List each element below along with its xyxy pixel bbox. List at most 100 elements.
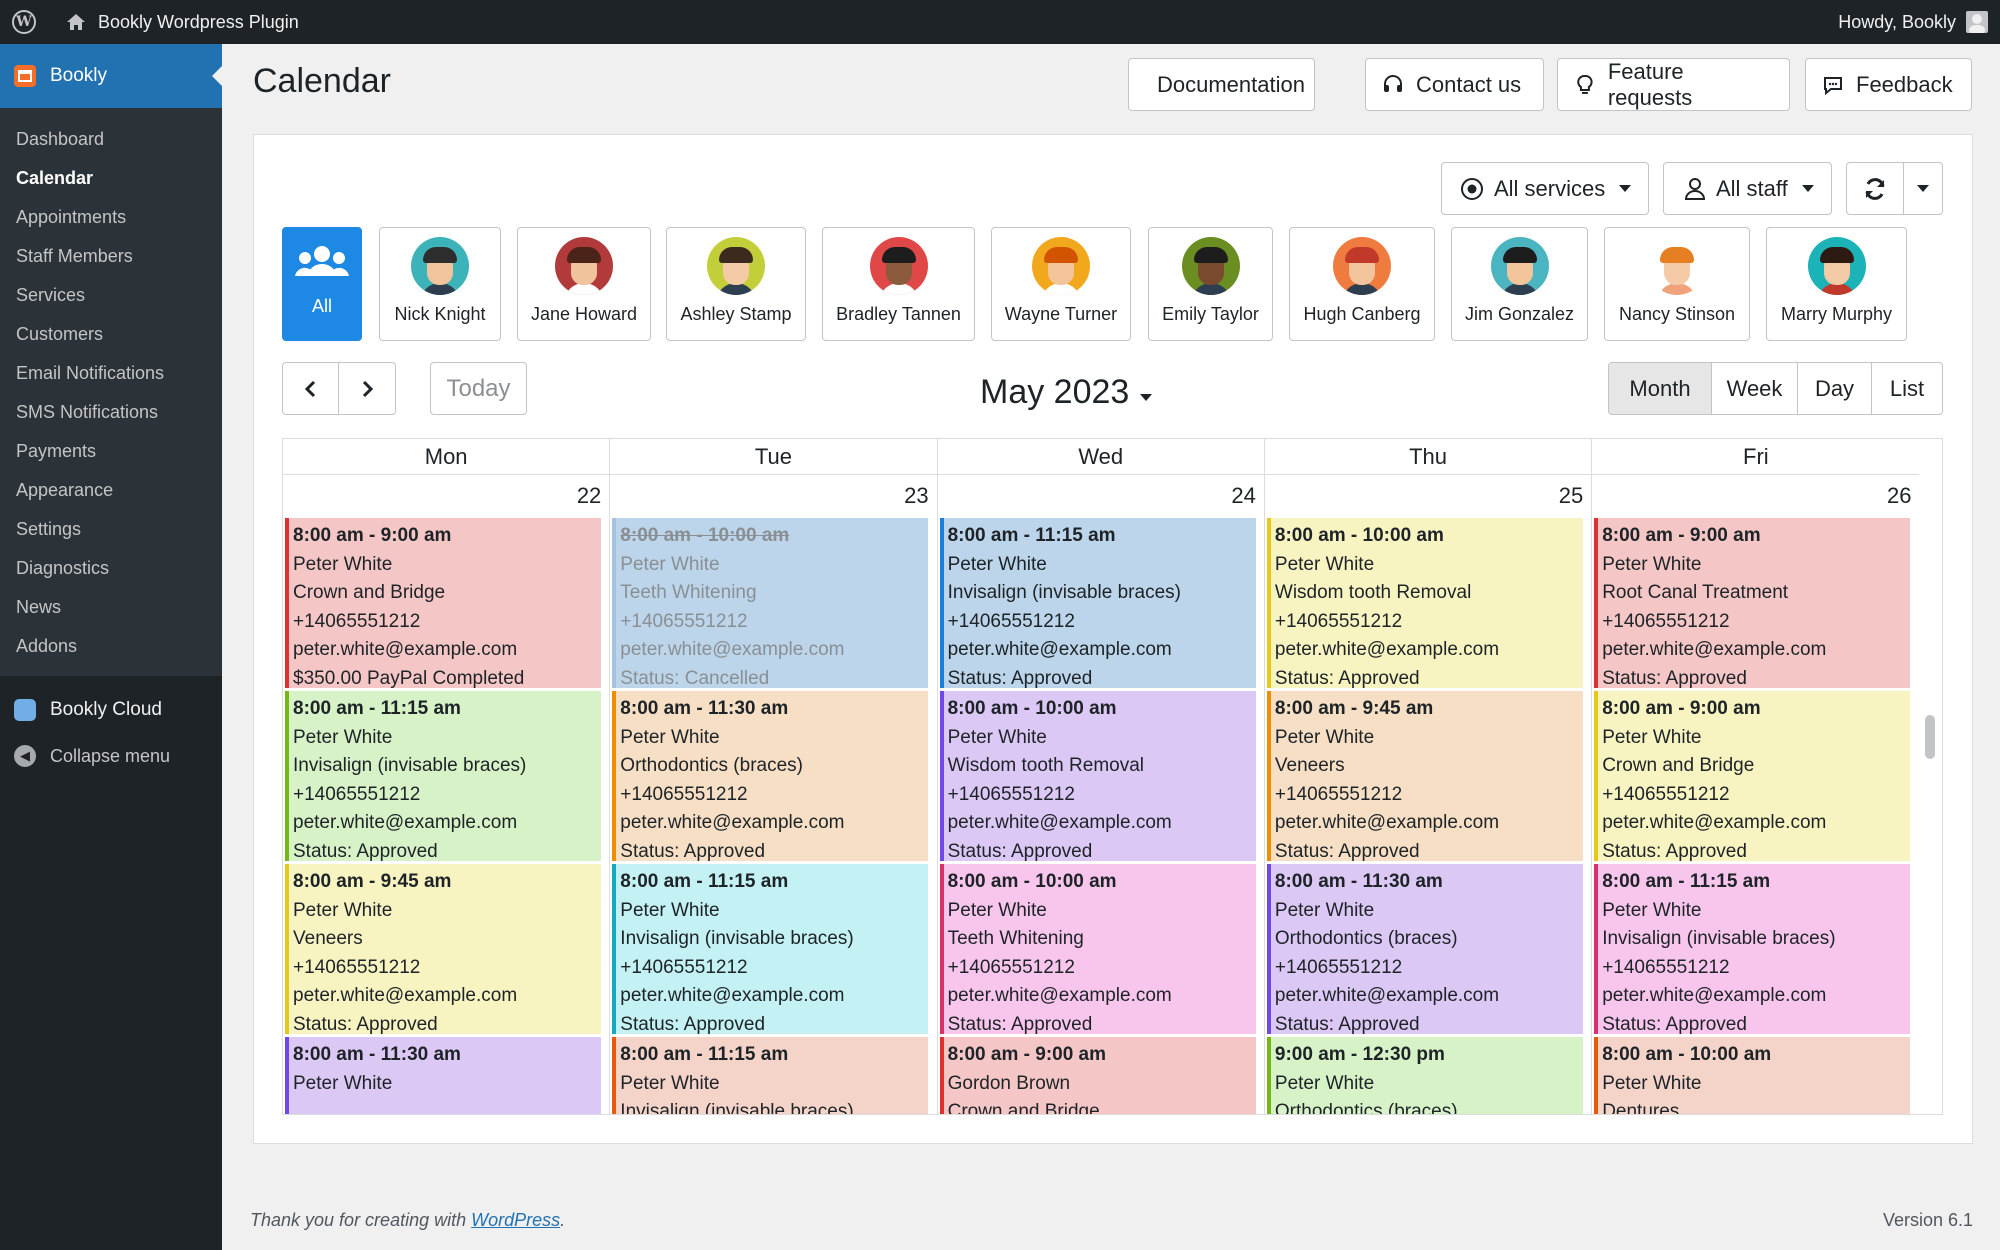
event-detail: +14065551212 [1274,610,1403,632]
chevron-right-icon [362,380,374,397]
day-number[interactable]: 25 [1265,475,1591,517]
appointment-event[interactable]: 8:00 am - 10:00 am Peter White Wisdom toot… [939,691,1256,861]
site-link[interactable]: Bookly Wordpress Plugin [66,12,299,33]
staff-emily-taylor[interactable]: Emily Taylor [1148,227,1273,341]
feature-requests-button[interactable]: Feature requests [1557,58,1790,111]
collapse-menu-button[interactable]: ◀ Collapse menu [0,734,222,778]
services-filter-label: All services [1494,175,1606,201]
prev-button[interactable] [282,362,339,415]
scrollbar-thumb[interactable] [1925,715,1935,759]
sidebar-item-news[interactable]: News [0,588,222,627]
appointment-event[interactable]: 8:00 am - 11:15 am Peter White Invisalign … [285,691,601,861]
staff-nancy-stinson[interactable]: Nancy Stinson [1604,227,1750,341]
staff-ashley-stamp[interactable]: Ashley Stamp [666,227,806,341]
staff-bradley-tannen[interactable]: Bradley Tannen [822,227,975,341]
staff-nick-knight[interactable]: Nick Knight [379,227,501,341]
account-menu[interactable]: Howdy, Bookly [1838,0,1988,44]
appointment-event[interactable]: 8:00 am - 11:15 am Peter White Invisalign … [939,518,1256,688]
month-title[interactable]: May 2023 [980,373,1129,412]
sidebar-item-payments[interactable]: Payments [0,432,222,471]
appointment-event[interactable]: 8:00 am - 11:15 am Peter White Invisalign … [612,864,929,1034]
page-title: Calendar [253,62,391,100]
next-button[interactable] [338,362,396,415]
sidebar-item-dashboard[interactable]: Dashboard [0,120,222,159]
appointment-event[interactable]: 8:00 am - 9:45 am Peter White Veneers +1406… [285,864,601,1034]
appointment-event[interactable]: 8:00 am - 9:00 am Gordon Brown Crown and B… [939,1037,1256,1114]
staff-filter[interactable]: All staff [1663,162,1832,215]
feedback-button[interactable]: Feedback [1805,58,1972,111]
staff-marry-murphy[interactable]: Marry Murphy [1766,227,1907,341]
chevron-down-icon[interactable] [1140,394,1152,401]
calendar-grid: Mon 22 8:00 am - 9:00 am Peter White Crown a… [282,438,1943,1115]
event-time: 8:00 am - 10:00 am [1602,1044,1772,1065]
chat-icon [1824,76,1842,95]
services-filter[interactable]: All services [1441,162,1649,215]
event-detail: Orthodontics (braces) [1274,1101,1458,1115]
event-detail: peter.white@example.com [947,639,1172,660]
staff-avatar [1333,237,1391,295]
sidebar-item-email-notifications[interactable]: Email Notifications [0,354,222,393]
staff-name: Jim Gonzalez [1464,304,1575,324]
appointment-event[interactable]: 9:00 am - 12:30 pm Peter White Orthodontic… [1266,1037,1583,1115]
event-detail: +14065551212 [293,956,421,978]
event-time: 8:00 am - 9:00 am [1602,525,1761,546]
wordpress-link[interactable]: WordPress [471,1210,560,1230]
refresh-options-button[interactable] [1903,162,1943,215]
sidebar-item-diagnostics[interactable]: Diagnostics [0,549,222,588]
view-month-button[interactable]: Month [1608,362,1712,415]
staff-all-button[interactable]: All [282,227,362,341]
howdy-text: Howdy, Bookly [1838,11,1956,32]
view-list-button[interactable]: List [1871,362,1943,415]
wordpress-logo-icon[interactable]: W [12,10,36,34]
sidebar-item-sms-notifications[interactable]: SMS Notifications [0,393,222,432]
appointment-event[interactable]: 8:00 am - 10:00 am Peter White Teeth White… [612,518,929,688]
event-detail: Crown and Bridge [293,582,446,603]
staff-hugh-canberg[interactable]: Hugh Canberg [1289,227,1435,341]
admin-bar: W Bookly Wordpress Plugin Howdy, Bookly [0,0,2000,44]
sidebar-item-addons[interactable]: Addons [0,627,222,666]
staff-jane-howard[interactable]: Jane Howard [517,227,651,341]
appointment-event[interactable]: 8:00 am - 10:00 am Peter White Wisdom toot… [1266,518,1583,688]
sidebar-item-bookly-cloud[interactable]: Bookly Cloud [0,686,222,734]
sidebar-item-staff-members[interactable]: Staff Members [0,237,222,276]
appointment-event[interactable]: 8:00 am - 9:00 am Peter White Crown and Br… [1594,691,1911,861]
today-button[interactable]: Today [430,362,527,415]
sidebar-item-calendar[interactable]: Calendar [0,159,222,198]
event-detail: Invisalign (invisable braces) [620,928,854,949]
documentation-button[interactable]: ? Documentation [1128,58,1315,111]
appointment-event[interactable]: 8:00 am - 9:45 am Peter White Veneers +1406… [1266,691,1583,861]
contact-us-button[interactable]: Contact us [1365,58,1544,111]
sidebar-item-settings[interactable]: Settings [0,510,222,549]
footer-thanks-text: Thank you for creating with [250,1210,472,1230]
event-detail: Peter White [1602,726,1702,748]
staff-wayne-turner[interactable]: Wayne Turner [991,227,1131,341]
view-week-button[interactable]: Week [1711,362,1798,415]
day-number[interactable]: 22 [283,475,609,517]
appointment-event[interactable]: 8:00 am - 9:00 am Peter White Crown and Br… [285,518,601,688]
view-day-button[interactable]: Day [1797,362,1872,415]
appointment-event[interactable]: 8:00 am - 9:00 am Peter White Root Canal T… [1594,518,1911,688]
staff-jim-gonzalez[interactable]: Jim Gonzalez [1451,227,1588,341]
staff-name: Emily Taylor [1162,304,1259,324]
sidebar-item-appearance[interactable]: Appearance [0,471,222,510]
appointment-event[interactable]: 8:00 am - 11:30 am Peter White [285,1037,601,1114]
footer-version: Version 6.1 [1882,1210,1973,1230]
sidebar-item-services[interactable]: Services [0,276,222,315]
sidebar-item-customers[interactable]: Customers [0,315,222,354]
day-number[interactable]: 26 [1592,475,1919,517]
appointment-event[interactable]: 8:00 am - 11:30 am Peter White Orthodontic… [612,691,929,861]
event-detail: Teeth Whitening [947,928,1084,949]
appointment-event[interactable]: 8:00 am - 11:15 am Peter White Invisalign … [612,1037,929,1114]
sidebar-item-appointments[interactable]: Appointments [0,198,222,237]
sidebar-item-bookly[interactable]: Bookly [0,44,222,108]
appointment-event[interactable]: 8:00 am - 11:30 am Peter White Orthodontic… [1266,864,1583,1034]
day-number[interactable]: 24 [938,475,1264,517]
sidebar-submenu: Dashboard Calendar Appointments Staff Me… [0,108,222,676]
appointment-event[interactable]: 8:00 am - 11:15 am Peter White Invisalign … [1594,864,1911,1034]
appointment-event[interactable]: 8:00 am - 10:00 am Peter White Dentures [1594,1037,1911,1114]
day-header: Mon [283,439,610,475]
appointment-event[interactable]: 8:00 am - 10:00 am Peter White Teeth White… [939,864,1256,1034]
event-detail: peter.white@example.com [1602,985,1827,1006]
refresh-button[interactable] [1846,162,1904,215]
day-number[interactable]: 23 [610,475,936,517]
